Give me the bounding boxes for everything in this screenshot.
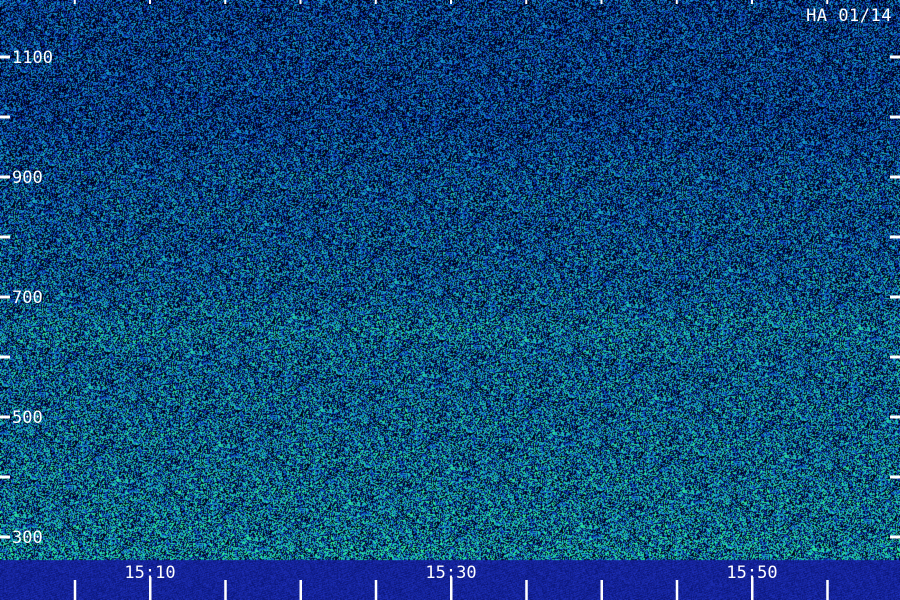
y-tick-label: 500 bbox=[12, 408, 43, 428]
x-tick-minor bbox=[374, 580, 378, 600]
y-tick-label: 1100 bbox=[12, 48, 53, 68]
x-tick-minor bbox=[224, 580, 227, 600]
spectrogram-view: 300 500 700 900 1100 15:10 15:30 15:50 HA 01/14 bbox=[0, 0, 900, 600]
y-tick-right bbox=[890, 295, 900, 299]
y-tick-label: 900 bbox=[12, 168, 43, 188]
y-minor-tick-right bbox=[890, 115, 900, 119]
x-tick-label: 15:50 bbox=[726, 563, 777, 583]
x-tick-label: 15:10 bbox=[124, 563, 175, 583]
x-tick-top bbox=[751, 0, 753, 4]
x-tick-top bbox=[525, 0, 528, 4]
x-tick-top bbox=[73, 0, 76, 4]
y-minor-tick-left bbox=[0, 475, 10, 479]
x-tick-top bbox=[450, 0, 452, 4]
y-tick-left bbox=[0, 295, 10, 299]
x-tick-minor bbox=[73, 580, 77, 600]
x-tick-minor bbox=[675, 580, 679, 600]
x-tick-minor bbox=[600, 580, 603, 600]
y-tick-left bbox=[0, 55, 10, 59]
x-tick-top bbox=[826, 0, 829, 4]
x-tick-minor bbox=[299, 580, 302, 600]
x-tick-top bbox=[600, 0, 603, 4]
y-tick-right bbox=[890, 55, 900, 59]
x-tick-top bbox=[374, 0, 377, 4]
station-label: HA 01/14 bbox=[806, 6, 892, 26]
y-tick-left bbox=[0, 535, 10, 539]
y-tick-label: 700 bbox=[12, 288, 43, 308]
x-tick-minor bbox=[525, 580, 528, 600]
x-tick-minor bbox=[826, 580, 829, 600]
y-minor-tick-right bbox=[890, 235, 900, 239]
y-minor-tick-left bbox=[0, 235, 10, 239]
y-tick-left bbox=[0, 175, 10, 179]
x-tick-top bbox=[149, 0, 151, 4]
x-tick-top bbox=[675, 0, 678, 4]
x-tick-label: 15:30 bbox=[425, 563, 476, 583]
y-tick-right bbox=[890, 415, 900, 419]
y-minor-tick-left bbox=[0, 115, 10, 119]
y-minor-tick-right bbox=[890, 355, 900, 359]
y-tick-right bbox=[890, 175, 900, 179]
y-tick-left bbox=[0, 415, 10, 419]
axes-overlay: 300 500 700 900 1100 15:10 15:30 15:50 bbox=[0, 0, 900, 600]
x-tick-top bbox=[224, 0, 227, 4]
y-tick-right bbox=[890, 535, 900, 539]
y-tick-label: 300 bbox=[12, 528, 43, 548]
y-minor-tick-right bbox=[890, 475, 900, 479]
x-tick-top bbox=[299, 0, 302, 4]
y-minor-tick-left bbox=[0, 355, 10, 359]
